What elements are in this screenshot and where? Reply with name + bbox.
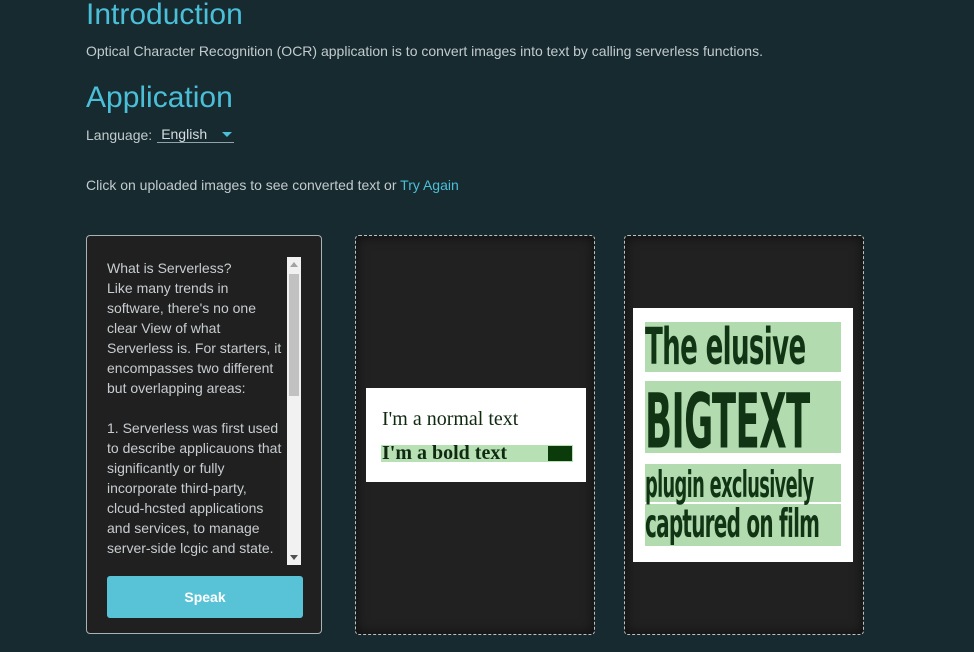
scroll-thumb[interactable] xyxy=(289,274,299,396)
chevron-down-icon xyxy=(222,131,233,137)
language-select[interactable]: English xyxy=(157,126,235,143)
image-2-line-2: BIGTEXT xyxy=(645,378,810,467)
instruction-text: Click on uploaded images to see converte… xyxy=(86,177,459,193)
introduction-heading: Introduction xyxy=(86,0,243,31)
language-value: English xyxy=(161,126,208,142)
image-1-line-1: I'm a normal text xyxy=(382,408,519,430)
image-1-block xyxy=(548,446,572,461)
uploaded-image-card-1[interactable]: I'm a normal text I'm a bold text xyxy=(355,235,595,635)
scroll-down-icon[interactable] xyxy=(290,555,298,560)
language-row: Language: English xyxy=(86,126,235,143)
image-1-line-2: I'm a bold text xyxy=(382,442,507,464)
instruction-label: Click on uploaded images to see converte… xyxy=(86,177,401,193)
try-again-link[interactable]: Try Again xyxy=(400,177,459,193)
introduction-text: Optical Character Recognition (OCR) appl… xyxy=(86,43,763,59)
uploaded-image-2[interactable]: The elusive BIGTEXT plugin exclusively c… xyxy=(633,308,853,562)
scroll-up-icon[interactable] xyxy=(290,262,298,267)
text-scrollbar[interactable] xyxy=(287,257,301,565)
image-2-line-3: plugin exclusively xyxy=(645,464,814,507)
uploaded-image-1[interactable]: I'm a normal text I'm a bold text xyxy=(366,388,586,482)
image-2-line-1: The elusive xyxy=(645,318,806,377)
speak-button[interactable]: Speak xyxy=(107,576,303,618)
converted-text-card: What is Serverless? Like many trends in … xyxy=(86,235,322,634)
language-label: Language: xyxy=(86,126,153,143)
image-2-line-4: captured on film xyxy=(645,502,820,548)
uploaded-image-card-2[interactable]: The elusive BIGTEXT plugin exclusively c… xyxy=(624,235,864,635)
converted-text-area[interactable]: What is Serverless? Like many trends in … xyxy=(107,258,283,566)
application-heading: Application xyxy=(86,81,233,114)
